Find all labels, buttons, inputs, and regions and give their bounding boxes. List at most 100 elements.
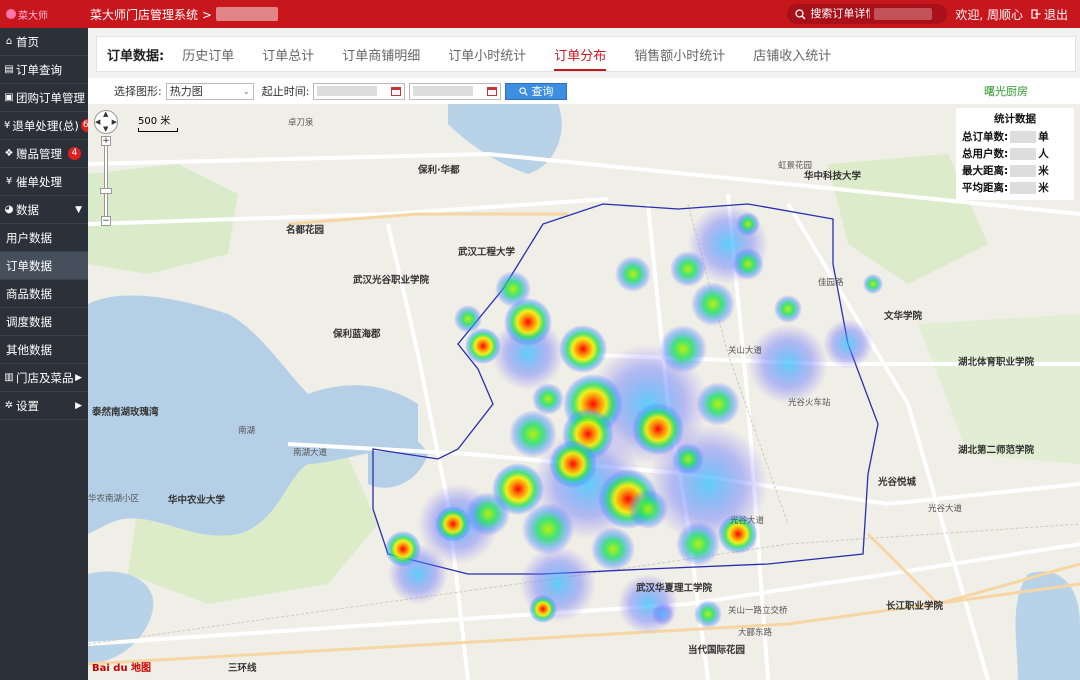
sidebar-item-user-data[interactable]: 用户数据	[0, 224, 88, 252]
map-attribution: Bai du 地图	[92, 663, 152, 674]
stat-value-blurred	[1010, 147, 1037, 160]
tabs-title: 订单数据:	[107, 48, 165, 64]
gift-icon: ❖	[4, 148, 14, 159]
map-label: 光谷大道	[928, 504, 963, 514]
tab-order-distribution[interactable]: 订单分布	[554, 37, 607, 71]
map-label: 华中科技大学	[804, 171, 862, 182]
sidebar-item-label: 订单查询	[16, 62, 62, 77]
sidebar-item-order-data[interactable]: 订单数据	[0, 252, 88, 280]
stat-value-blurred	[1010, 130, 1037, 143]
yen-icon: ¥	[5, 176, 13, 187]
sidebar-item-reminders[interactable]: ¥ 催单处理	[0, 168, 88, 196]
stat-label: 平均距离:	[962, 182, 1009, 194]
calendar-icon[interactable]	[487, 86, 498, 96]
stat-label: 最大距离:	[962, 165, 1009, 177]
sidebar-item-label: 催单处理	[16, 174, 62, 189]
map-label: 武汉工程大学	[458, 247, 516, 258]
sidebar-item-label: 赠品管理	[16, 146, 62, 161]
map-label: 长江职业学院	[886, 601, 944, 612]
stat-avg-distance: 平均距离: 米	[962, 179, 1068, 196]
map-label: 泰然南湖玫瑰湾	[92, 407, 159, 418]
order-search-box[interactable]	[787, 4, 948, 24]
search-icon	[795, 8, 806, 20]
stat-value-blurred	[1010, 164, 1037, 177]
map-label: 关山一路立交桥	[728, 606, 788, 616]
tab-order-hourly[interactable]: 订单小时统计	[448, 37, 526, 72]
stat-label: 总订单数:	[962, 131, 1009, 143]
zoom-slider-handle[interactable]	[100, 188, 112, 194]
stat-unit: 人	[1038, 148, 1049, 160]
scale-label: 500 米	[138, 116, 171, 127]
sidebar-item-product-data[interactable]: 商品数据	[0, 280, 88, 308]
logout-label: 退出	[1043, 7, 1068, 22]
sidebar-item-label: 退单处理(总)	[12, 118, 79, 133]
sidebar-item-other-data[interactable]: 其他数据	[0, 336, 88, 364]
search-icon	[519, 86, 529, 96]
stat-total-users: 总用户数: 人	[962, 145, 1068, 162]
sidebar-item-label: 其他数据	[6, 342, 52, 357]
main-content: 订单数据: 历史订单 订单总计 订单商铺明细 订单小时统计 订单分布 销售额小时…	[88, 28, 1080, 680]
sidebar-item-refunds[interactable]: ¥退单处理(总)62	[0, 112, 94, 140]
heatmap-map[interactable]: 保利·华都 名都花园 武汉工程大学 武汉光谷职业学院 保利蓝海郡 南湖 华中农业…	[88, 104, 1080, 680]
sidebar-item-label: 用户数据	[6, 230, 52, 245]
map-label: 武汉光谷职业学院	[353, 275, 430, 286]
pan-down-icon[interactable]: ▼	[103, 125, 108, 133]
stat-label: 总用户数:	[962, 148, 1009, 160]
sidebar-item-label: 订单数据	[6, 258, 52, 273]
pan-right-icon[interactable]: ▶	[112, 118, 117, 126]
map-label: 三环线	[228, 663, 257, 674]
sidebar-item-dispatch-data[interactable]: 调度数据	[0, 308, 88, 336]
zoom-slider[interactable]	[104, 138, 108, 218]
stats-title: 统计数据	[994, 113, 1036, 125]
map-label: 湖北体育职业学院	[958, 357, 1035, 368]
filter-bar: 选择图形: 热力图 ⌄ 起止时间: 查询 曙光厨房	[88, 78, 1080, 104]
sidebar-item-settings[interactable]: ✲ 设置 ▶	[0, 392, 88, 420]
stat-value-blurred	[1010, 181, 1037, 194]
tab-store-income[interactable]: 店铺收入统计	[753, 37, 831, 72]
end-date-blurred	[413, 86, 474, 96]
sidebar-item-stores[interactable]: ▥ 门店及菜品 ▶	[0, 364, 88, 392]
zoom-out-button[interactable]: −	[101, 216, 111, 226]
start-date-input[interactable]	[313, 82, 406, 100]
chart-icon: ◕	[4, 204, 14, 215]
zoom-in-button[interactable]: +	[101, 136, 111, 146]
tab-order-total[interactable]: 订单总计	[262, 37, 314, 72]
start-date-blurred	[317, 86, 378, 96]
gift-count-badge: 4	[68, 147, 81, 160]
pan-up-icon[interactable]: ▲	[103, 110, 108, 118]
sidebar-item-gifts[interactable]: ❖ 赠品管理 4	[0, 140, 88, 168]
map-label: 湖北第二师范学院	[958, 445, 1035, 456]
tab-sales-hourly[interactable]: 销售额小时统计	[634, 37, 725, 72]
map-label: 名都花园	[286, 225, 325, 236]
query-label: 查询	[531, 85, 554, 98]
scale-bar	[138, 128, 178, 132]
calendar-icon[interactable]	[391, 86, 402, 96]
tab-history-orders[interactable]: 历史订单	[182, 37, 234, 72]
map-label: 卓刀泉	[288, 118, 314, 128]
end-date-input[interactable]	[409, 82, 502, 100]
sidebar-item-data[interactable]: ◕ 数据 ▼	[0, 196, 88, 224]
map-pan-control[interactable]: ▲ ▼ ◀ ▶	[94, 110, 118, 134]
logo-text: 菜大师	[18, 10, 48, 22]
sidebar-item-order-query[interactable]: ▤ 订单查询	[0, 56, 88, 84]
system-title: 菜大师门店管理系统 >	[90, 7, 212, 22]
chevron-down-icon: ⌄	[243, 86, 250, 96]
chevron-right-icon: ▶	[75, 372, 82, 383]
map-canvas[interactable]	[88, 104, 1080, 680]
pan-left-icon[interactable]: ◀	[95, 118, 100, 126]
map-label: 华中农业大学	[168, 495, 226, 506]
order-search-input[interactable]	[810, 8, 871, 20]
sidebar-item-label: 调度数据	[6, 314, 52, 329]
order-icon: ▤	[4, 64, 14, 75]
map-label: 华农南湖小区	[88, 494, 140, 504]
sidebar-item-group-orders[interactable]: ▣ 团购订单管理	[0, 84, 88, 112]
sidebar-item-home[interactable]: ⌂ 首页	[0, 28, 88, 56]
welcome-text: 欢迎, 周顺心	[955, 7, 1023, 22]
logout-button[interactable]: 退出	[1031, 6, 1068, 23]
query-button[interactable]: 查询	[505, 82, 568, 100]
tab-order-store-detail[interactable]: 订单商铺明细	[342, 37, 420, 72]
brand-logo[interactable]: 菜大师	[0, 0, 88, 28]
shape-select[interactable]: 热力图 ⌄	[165, 82, 254, 100]
store-name: 曙光厨房	[984, 85, 1028, 98]
sidebar-item-label: 商品数据	[6, 286, 52, 301]
